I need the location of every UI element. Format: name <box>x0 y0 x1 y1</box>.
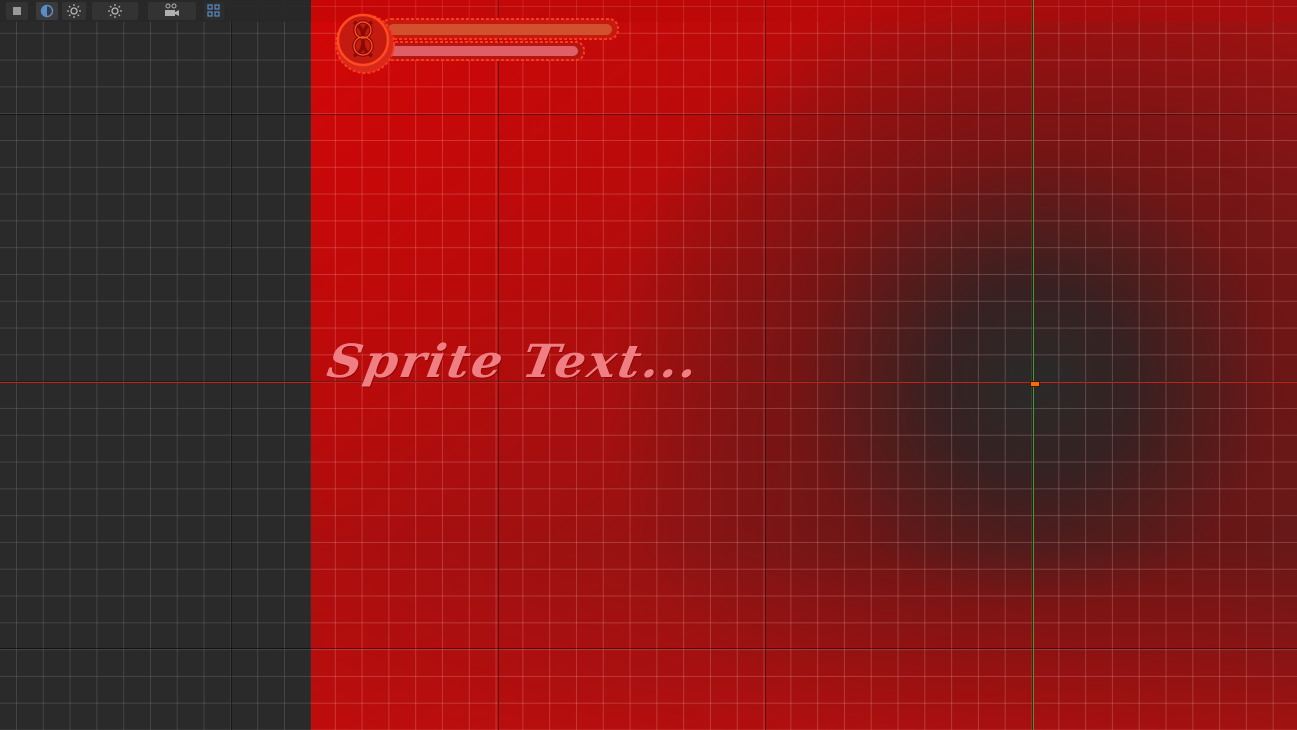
healthbar-sprite[interactable] <box>332 8 622 80</box>
stop-square-icon <box>13 7 21 15</box>
scene-toolbar <box>0 0 311 22</box>
mode-toggle-button[interactable] <box>36 2 58 20</box>
grid-icon <box>207 4 220 17</box>
health-bar-fill <box>388 24 612 35</box>
celtic-knot-emblem-icon <box>335 13 395 74</box>
sprite-text-label[interactable]: Sprite Text... <box>323 335 703 388</box>
camera-icon <box>165 3 179 16</box>
half-circle-icon <box>40 4 54 18</box>
light-button[interactable] <box>62 2 86 20</box>
sun-icon <box>108 4 122 18</box>
scene-viewport[interactable]: Sprite Text... <box>0 0 1297 730</box>
y-axis-line <box>1033 0 1034 730</box>
stop-button[interactable] <box>6 2 28 20</box>
camera-button[interactable] <box>148 2 196 20</box>
lighting-toggle-button[interactable] <box>92 2 138 20</box>
sun-icon <box>67 4 81 18</box>
secondary-bar-fill <box>388 46 578 56</box>
origin-gizmo[interactable] <box>1030 381 1040 387</box>
grid-toggle-button[interactable] <box>204 2 224 20</box>
